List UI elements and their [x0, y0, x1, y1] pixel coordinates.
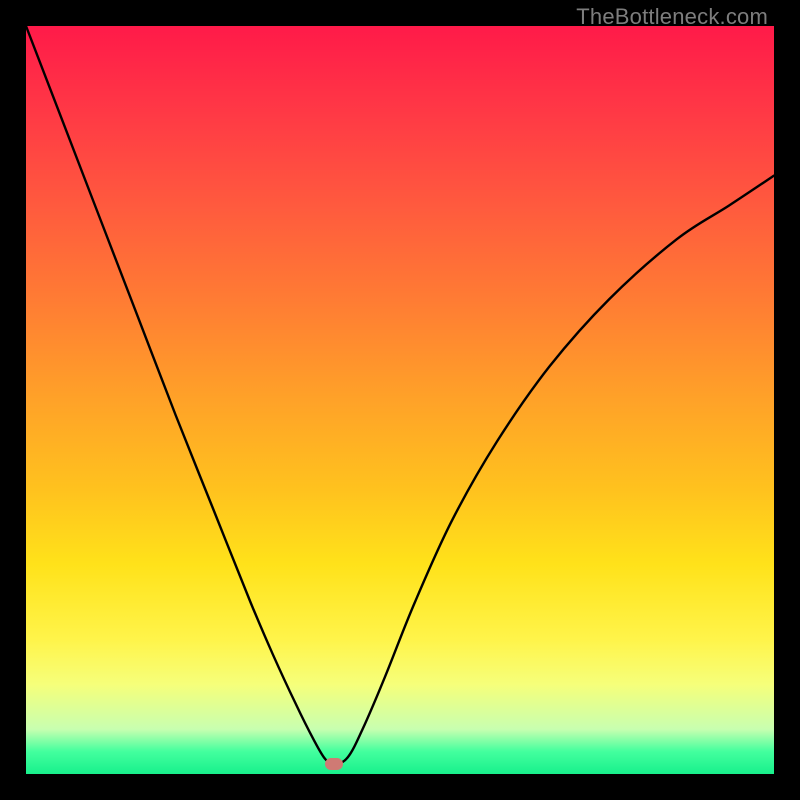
plot-area	[26, 26, 774, 774]
bottleneck-curve	[26, 26, 774, 774]
optimum-marker	[325, 758, 343, 770]
chart-frame: TheBottleneck.com	[0, 0, 800, 800]
curve-path	[26, 26, 774, 764]
